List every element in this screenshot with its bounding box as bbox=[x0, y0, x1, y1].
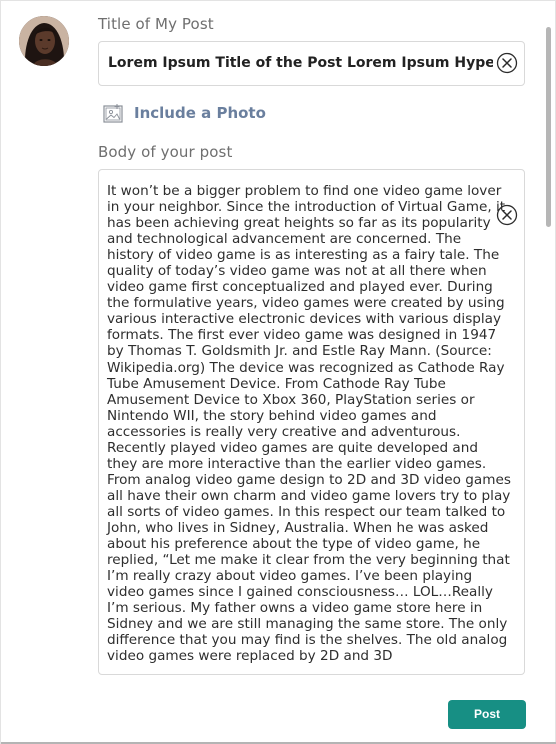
title-input[interactable]: Lorem Ipsum Title of the Post Lorem Ipsu… bbox=[108, 42, 493, 85]
title-field[interactable]: Lorem Ipsum Title of the Post Lorem Ipsu… bbox=[98, 41, 525, 86]
post-button[interactable]: Post bbox=[448, 700, 526, 729]
circle-x-icon bbox=[496, 52, 518, 74]
image-icon bbox=[103, 104, 123, 123]
title-label: Title of My Post bbox=[98, 15, 214, 33]
include-photo-label: Include a Photo bbox=[134, 104, 266, 122]
clear-title-button[interactable] bbox=[496, 52, 518, 74]
clear-body-button[interactable] bbox=[496, 204, 518, 226]
post-editor: Title of My Post Lorem Ipsum Title of th… bbox=[0, 0, 556, 744]
body-label: Body of your post bbox=[98, 143, 233, 161]
avatar[interactable] bbox=[19, 16, 69, 66]
include-photo-button[interactable]: Include a Photo bbox=[103, 102, 266, 124]
scrollbar-thumb[interactable] bbox=[546, 27, 551, 227]
body-textarea[interactable]: It won’t be a bigger problem to find one… bbox=[107, 183, 512, 664]
circle-x-icon bbox=[496, 204, 518, 226]
body-field[interactable]: It won’t be a bigger problem to find one… bbox=[98, 169, 525, 675]
avatar-image bbox=[19, 16, 69, 66]
